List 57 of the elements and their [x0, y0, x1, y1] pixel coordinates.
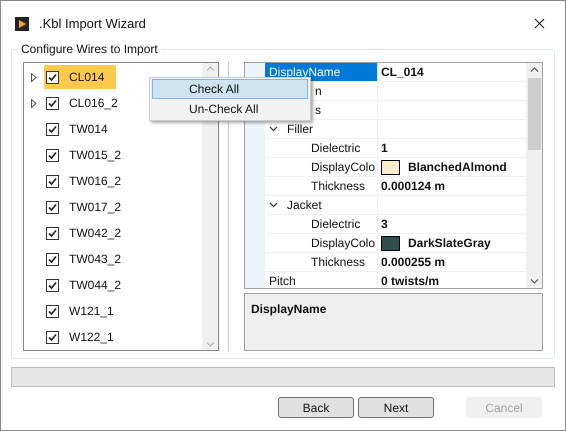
wire-item[interactable]: TW044_2 [44, 273, 134, 297]
wizard-button[interactable]: Next [358, 397, 434, 418]
property-name[interactable]: Thickness [265, 253, 377, 271]
property-name[interactable]: Filler [265, 120, 377, 138]
property-name[interactable]: Dielectric [265, 215, 377, 233]
expand-icon[interactable] [31, 98, 37, 108]
wire-item[interactable]: W121_1 [44, 299, 126, 323]
group-title: Configure Wires to Import [18, 42, 161, 56]
checkbox[interactable] [46, 70, 59, 84]
wire-item[interactable]: TW015_2 [44, 143, 134, 167]
checkbox[interactable] [46, 174, 59, 188]
checkbox[interactable] [46, 278, 59, 292]
property-name[interactable]: DisplayColo [265, 158, 377, 176]
wire-item[interactable]: TW014 [44, 117, 120, 141]
wire-item[interactable]: CL016_2 [44, 91, 130, 115]
wire-item[interactable]: CL014 [44, 65, 116, 89]
chevron-icon[interactable] [269, 126, 278, 132]
app-logo-icon [15, 16, 29, 30]
scroll-down-icon[interactable] [530, 279, 538, 284]
checkbox[interactable] [46, 96, 59, 110]
property-value: 1 [381, 140, 388, 157]
description-title: DisplayName [251, 302, 326, 316]
property-name[interactable]: Dielectric [265, 139, 377, 157]
property-value: DarkSlateGray [408, 235, 491, 252]
wizard-button[interactable]: Back [278, 397, 354, 418]
property-value: 0.000255 m [381, 254, 446, 271]
property-value: BlanchedAlmond [408, 159, 507, 176]
menu-item[interactable]: Un-Check All [152, 99, 308, 119]
expand-icon[interactable] [31, 72, 37, 82]
chevron-icon[interactable] [269, 202, 278, 208]
property-value: CL_014 [381, 64, 424, 81]
checkbox[interactable] [46, 252, 59, 266]
wire-item[interactable]: TW043_2 [44, 247, 134, 271]
property-name[interactable]: Thickness [265, 177, 377, 195]
checkbox[interactable] [46, 304, 59, 318]
checkbox[interactable] [46, 122, 59, 136]
wire-item[interactable]: TW016_2 [44, 169, 134, 193]
property-name[interactable]: Pitch [265, 272, 377, 288]
property-name[interactable]: DisplayName [265, 63, 377, 81]
wire-item[interactable]: TW017_2 [44, 195, 134, 219]
property-name[interactable]: DisplayColo [265, 234, 377, 252]
checkbox[interactable] [46, 148, 59, 162]
close-icon[interactable] [534, 18, 545, 29]
wire-item[interactable]: W122_1 [44, 325, 126, 349]
checkbox[interactable] [46, 330, 59, 344]
window-title: .Kbl Import Wizard [39, 14, 147, 33]
property-value: 0.000124 m [381, 178, 446, 195]
property-name[interactable]: Jacket [265, 196, 377, 214]
wire-item[interactable]: TW042_2 [44, 221, 134, 245]
scroll-thumb[interactable] [528, 78, 540, 150]
property-value: 3 [381, 216, 388, 233]
scrollbar[interactable] [526, 63, 542, 288]
scroll-up-icon[interactable] [530, 67, 538, 72]
property-value: 0 twists/m [381, 273, 440, 288]
checkbox[interactable] [46, 226, 59, 240]
menu-item[interactable]: Check All [152, 79, 308, 99]
checkbox[interactable] [46, 200, 59, 214]
